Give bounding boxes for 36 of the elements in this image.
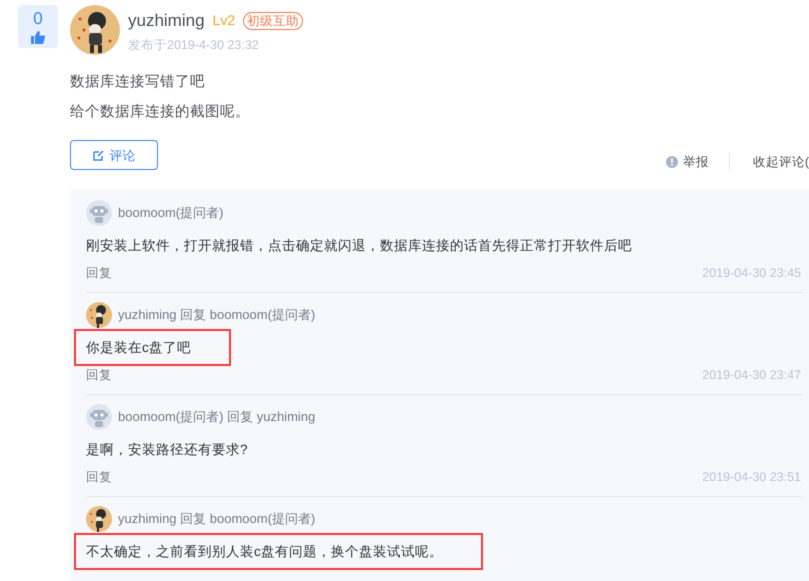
reply-target-name[interactable]: boomoom(提问者) (210, 511, 316, 526)
author-name[interactable]: yuzhiming (128, 8, 205, 34)
vote-count: 0 (33, 10, 43, 26)
alert-icon (666, 156, 678, 168)
rank-badge: 初级互助 (243, 12, 304, 30)
comment-text: 不太确定，之前看到别人装c盘有问题，换个盘装试试呢。 (86, 544, 443, 559)
answer-text: 给个数据库连接的截图呢。 (70, 102, 251, 122)
vote-box[interactable]: 0 (18, 5, 58, 48)
reply-link[interactable]: 回复 (86, 366, 112, 384)
reply-label: 回复 (227, 409, 254, 424)
edit-icon (92, 150, 104, 161)
commenter-name[interactable]: yuzhiming (118, 511, 177, 526)
reply-label: 回复 (180, 511, 206, 526)
comment-text: 刚安装上软件，打开就报错，点击确定就闪退，数据库连接的话首先得正常打开软件后吧 (86, 238, 632, 253)
robot-avatar-icon (86, 404, 112, 430)
commenter-name[interactable]: boomoom(提问者) (118, 409, 224, 424)
collapse-comments-link[interactable]: 收起评论( (752, 153, 809, 172)
commenter-name[interactable]: boomoom(提问者) (118, 205, 224, 220)
comment-time: 2019-04-30 23:51 (702, 468, 801, 486)
comment-button[interactable]: 评论 (70, 140, 158, 170)
thumbs-up-icon (31, 30, 45, 44)
publish-time: 发布于2019-4-30 23:32 (128, 36, 260, 54)
comment-time: 2019-04-30 23:47 (702, 366, 801, 384)
reply-label: 回复 (180, 307, 206, 322)
reply-link[interactable]: 回复 (86, 264, 112, 282)
reply-target-name[interactable]: boomoom(提问者) (210, 307, 316, 322)
reply-target-name[interactable]: yuzhiming (256, 409, 316, 424)
answer-text: 数据库连接写错了吧 (70, 72, 206, 92)
comment-time: 2019-04-30 23:45 (702, 264, 801, 282)
commenter-name[interactable]: yuzhiming (118, 307, 177, 322)
comment-text: 是啊，安装路径还有要求? (86, 442, 248, 457)
robot-avatar-icon (86, 200, 112, 226)
comment-text: 你是装在c盘了吧 (86, 340, 191, 355)
level-label: Lv2 (212, 11, 236, 30)
report-link[interactable]: 举报 (666, 153, 709, 172)
reply-link[interactable]: 回复 (86, 468, 112, 486)
